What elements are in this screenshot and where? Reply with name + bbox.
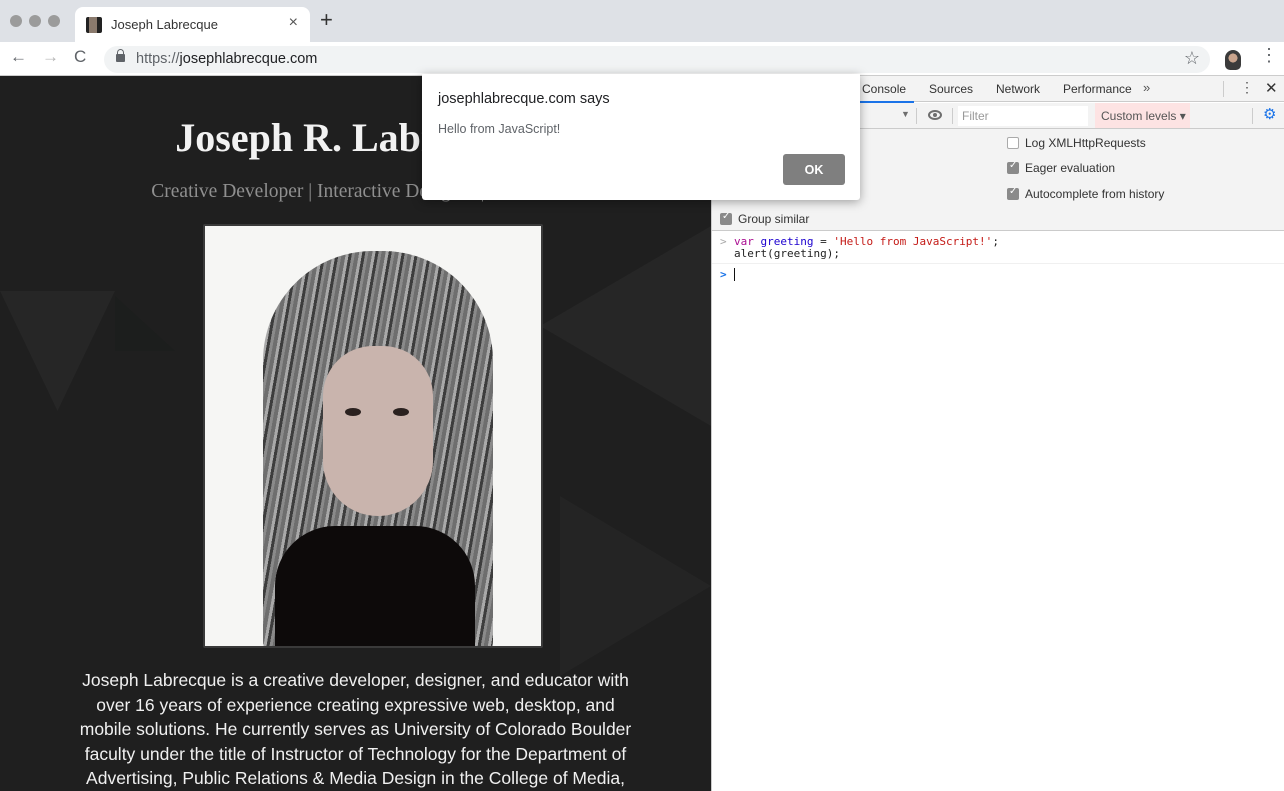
reload-icon[interactable]: C (74, 47, 86, 67)
forward-arrow-icon[interactable]: → (42, 47, 59, 67)
checkbox-label: Autocomplete from history (1025, 187, 1165, 201)
ok-button[interactable]: OK (783, 154, 845, 185)
photo-eye (345, 408, 361, 416)
lock-icon[interactable] (116, 49, 125, 62)
photo-body (275, 526, 475, 646)
prompt-arrow-icon: > (720, 268, 727, 281)
code-string: 'Hello from JavaScript!' (833, 235, 993, 248)
browser-tab[interactable]: Joseph Labrecque × (75, 7, 310, 42)
background-shape (560, 496, 711, 676)
tab-console[interactable]: Console (857, 82, 915, 103)
divider (916, 108, 917, 124)
devtools-menu-icon[interactable]: ⋮ (1240, 79, 1254, 96)
new-tab-button[interactable]: + (320, 9, 333, 31)
console-entry: > var greeting = 'Hello from JavaScript!… (712, 232, 1284, 264)
bio-paragraph: Joseph Labrecque is a creative developer… (79, 670, 632, 788)
address-bar[interactable]: https://josephlabrecque.com ☆ (104, 46, 1210, 73)
code-terminator: ; (992, 235, 999, 248)
background-shape (0, 291, 115, 411)
browser-menu-icon[interactable]: ⋮ (1260, 46, 1278, 64)
code-line-2: alert(greeting); (734, 247, 840, 260)
close-tab-icon[interactable]: × (289, 14, 298, 32)
checkbox-label: Log XMLHttpRequests (1025, 136, 1146, 150)
maximize-window-button[interactable] (48, 15, 60, 27)
back-arrow-icon[interactable]: ← (10, 47, 27, 67)
checkbox-label: Eager evaluation (1025, 161, 1116, 175)
divider (1252, 108, 1253, 124)
profile-photo (203, 224, 543, 648)
text-caret (734, 268, 735, 281)
checkbox-label: Group similar (738, 212, 810, 226)
tab-sources[interactable]: Sources (929, 82, 973, 96)
tab-performance[interactable]: Performance (1063, 82, 1132, 96)
context-dropdown-icon[interactable]: ▼ (901, 109, 910, 119)
autocomplete-history-checkbox[interactable]: Autocomplete from history (1007, 186, 1165, 201)
console-output[interactable]: > var greeting = 'Hello from JavaScript!… (712, 232, 1284, 791)
eager-evaluation-checkbox[interactable]: Eager evaluation (1007, 160, 1116, 175)
photo-eye (393, 408, 409, 416)
browser-toolbar: ← → C https://josephlabrecque.com ☆ ⋮ (0, 42, 1284, 76)
url-host: josephlabrecque.com (179, 51, 318, 67)
profile-avatar[interactable] (1225, 50, 1241, 70)
close-window-button[interactable] (10, 15, 22, 27)
background-shape (540, 226, 711, 426)
url-text[interactable]: https://josephlabrecque.com (136, 51, 317, 67)
more-tabs-icon[interactable]: » (1143, 80, 1150, 95)
log-xhr-checkbox[interactable]: Log XMLHttpRequests (1007, 136, 1146, 150)
console-prompt[interactable]: > (712, 265, 1284, 285)
bookmark-star-icon[interactable]: ☆ (1184, 48, 1200, 69)
tab-title: Joseph Labrecque (111, 17, 218, 32)
alert-title: josephlabrecque.com says (438, 91, 610, 107)
divider (952, 108, 953, 124)
tab-strip: Joseph Labrecque × + (0, 0, 1284, 42)
photo-face (323, 346, 433, 516)
alert-dialog: josephlabrecque.com says Hello from Java… (422, 74, 860, 200)
gear-icon[interactable]: ⚙ (1263, 107, 1276, 123)
checkbox-unchecked[interactable] (1007, 137, 1019, 149)
tab-network[interactable]: Network (996, 82, 1040, 96)
console-filter-input[interactable] (958, 106, 1088, 126)
close-devtools-icon[interactable]: ✕ (1265, 79, 1278, 97)
divider (1223, 81, 1224, 97)
log-levels-dropdown[interactable]: Custom levels ▾ (1095, 103, 1190, 128)
checkbox-checked[interactable] (1007, 160, 1019, 174)
favicon-icon (86, 17, 102, 33)
minimize-window-button[interactable] (29, 15, 41, 27)
url-scheme: https:// (136, 51, 180, 67)
eye-icon[interactable] (928, 110, 942, 120)
checkbox-checked[interactable] (1007, 186, 1019, 200)
checkbox-checked[interactable] (720, 211, 732, 225)
background-shape (115, 296, 175, 351)
entry-arrow-icon: > (720, 235, 727, 248)
alert-message: Hello from JavaScript! (438, 122, 561, 136)
group-similar-checkbox[interactable]: Group similar (720, 211, 810, 226)
